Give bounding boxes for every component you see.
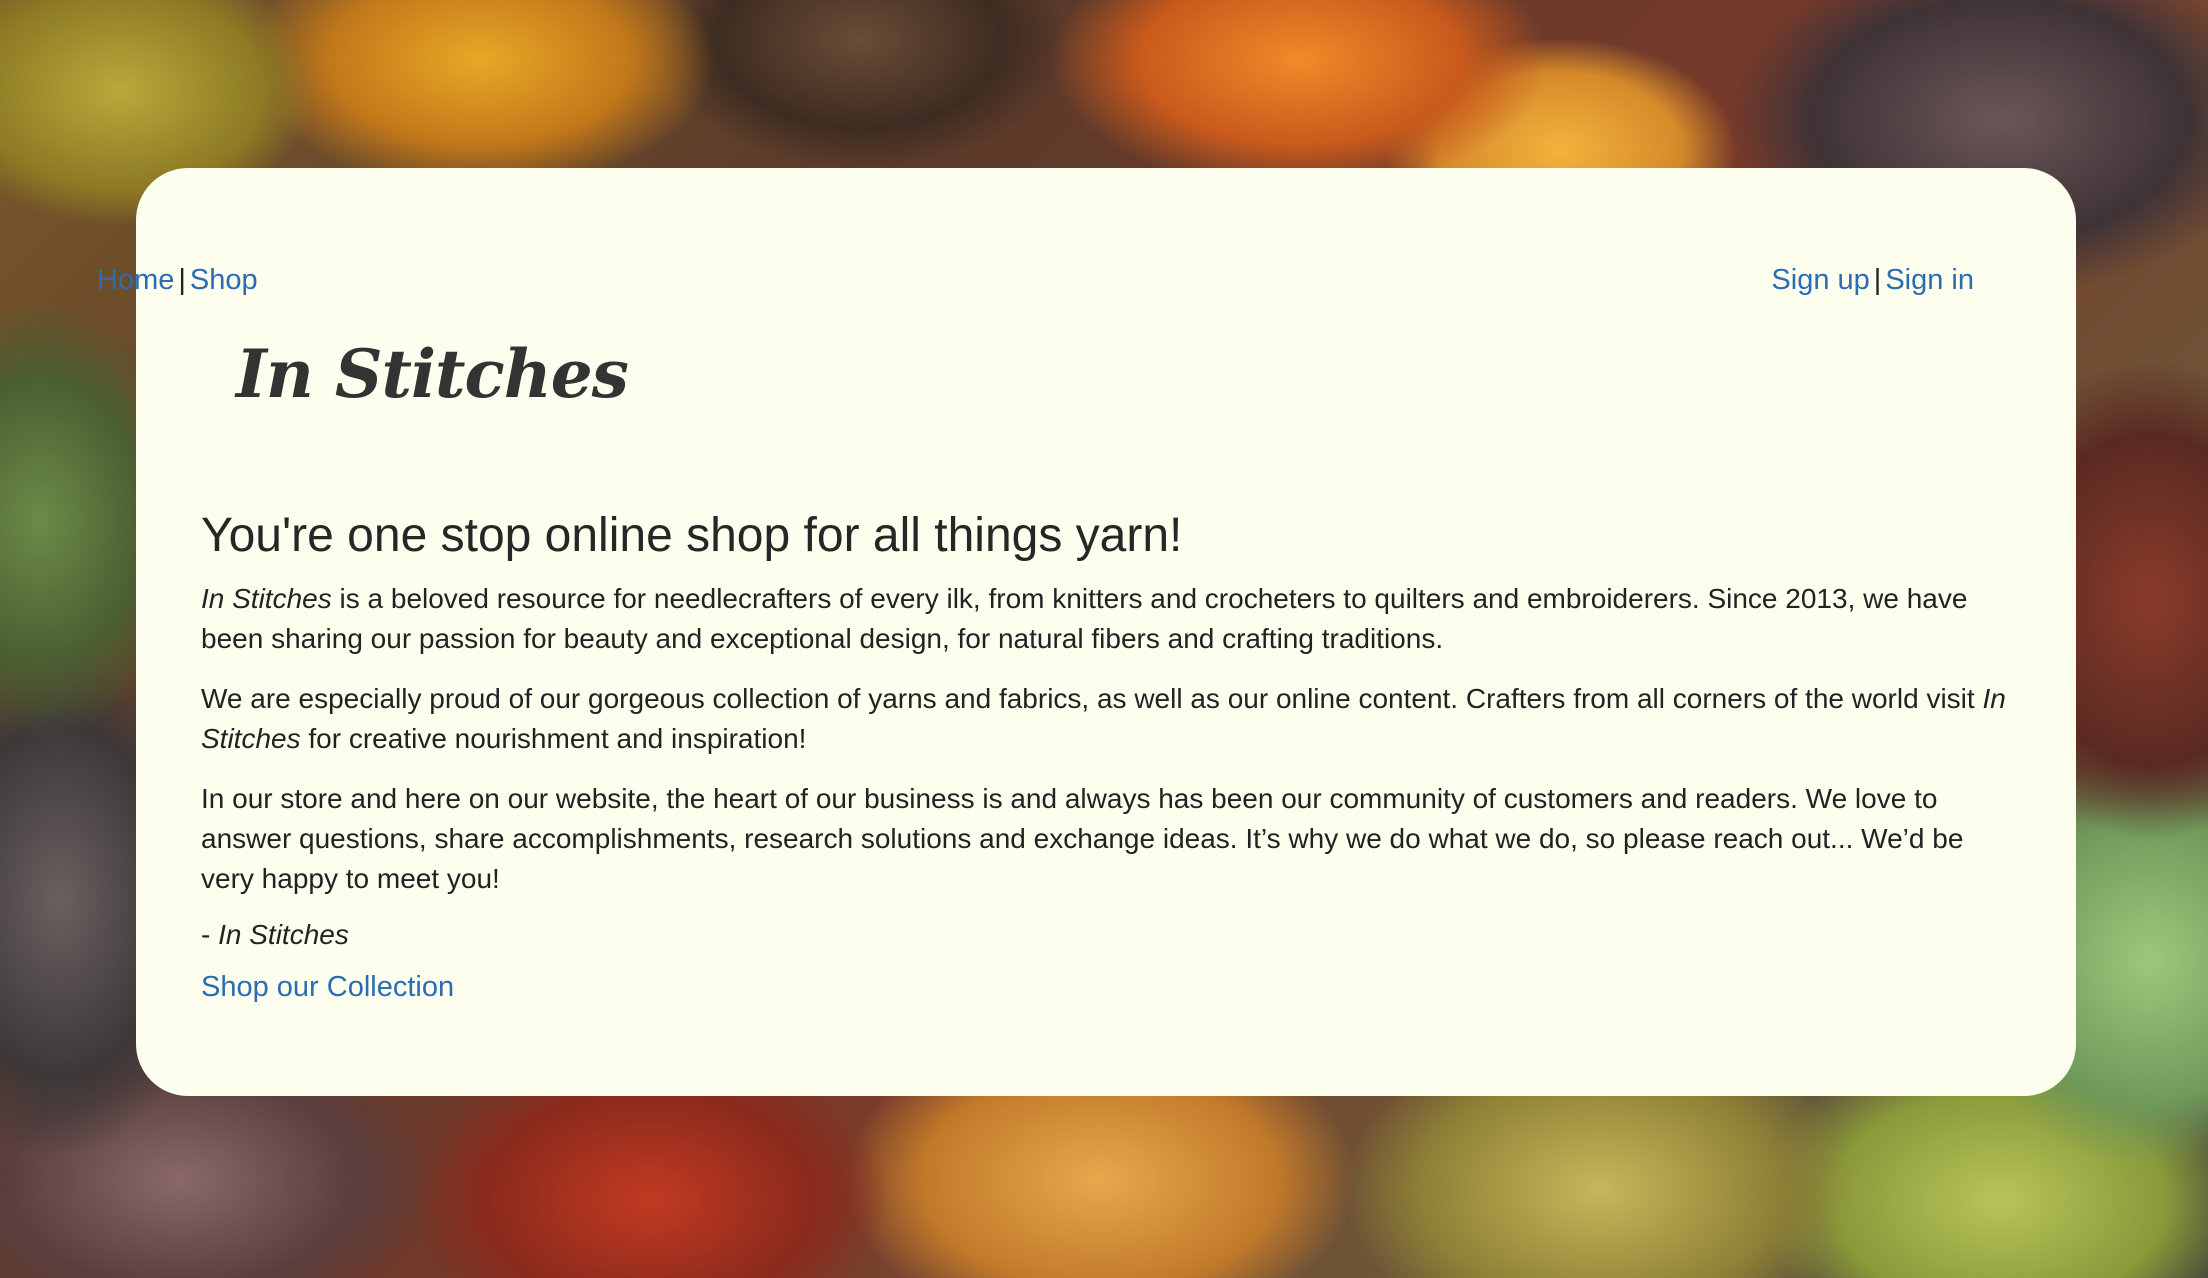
collection-paragraph: We are especially proud of our gorgeous … (201, 679, 2011, 759)
brand-name-italic: In Stitches (201, 583, 332, 614)
community-paragraph: In our store and here on our website, th… (201, 783, 1964, 894)
shop-collection-link[interactable]: Shop our Collection (201, 971, 454, 1003)
signature-dash: - (201, 919, 219, 950)
collection-paragraph-text: We are especially proud of our gorgeous … (201, 683, 1983, 714)
site-logo: In Stitches (236, 335, 629, 413)
main-content: You're one stop online shop for all thin… (201, 508, 2011, 1004)
collection-paragraph-end: for creative nourishment and inspiration… (300, 723, 807, 754)
nav-shop-link[interactable]: Shop (190, 264, 258, 296)
signature-name: In Stitches (218, 919, 349, 950)
signature: - In Stitches (201, 919, 2011, 951)
nav-separator: | (178, 264, 186, 296)
nav-home-link[interactable]: Home (97, 264, 174, 296)
intro-paragraph: In Stitches is a beloved resource for ne… (201, 579, 2011, 659)
account-nav: Sign up | Sign in (1771, 264, 1974, 297)
nav-separator: | (1873, 264, 1882, 296)
intro-paragraph-text: is a beloved resource for needlecrafters… (201, 583, 1968, 654)
page-headline: You're one stop online shop for all thin… (201, 509, 1183, 562)
sign-up-link[interactable]: Sign up (1771, 264, 1869, 296)
primary-nav: Home | Shop (97, 264, 258, 297)
sign-in-link[interactable]: Sign in (1885, 264, 1974, 296)
